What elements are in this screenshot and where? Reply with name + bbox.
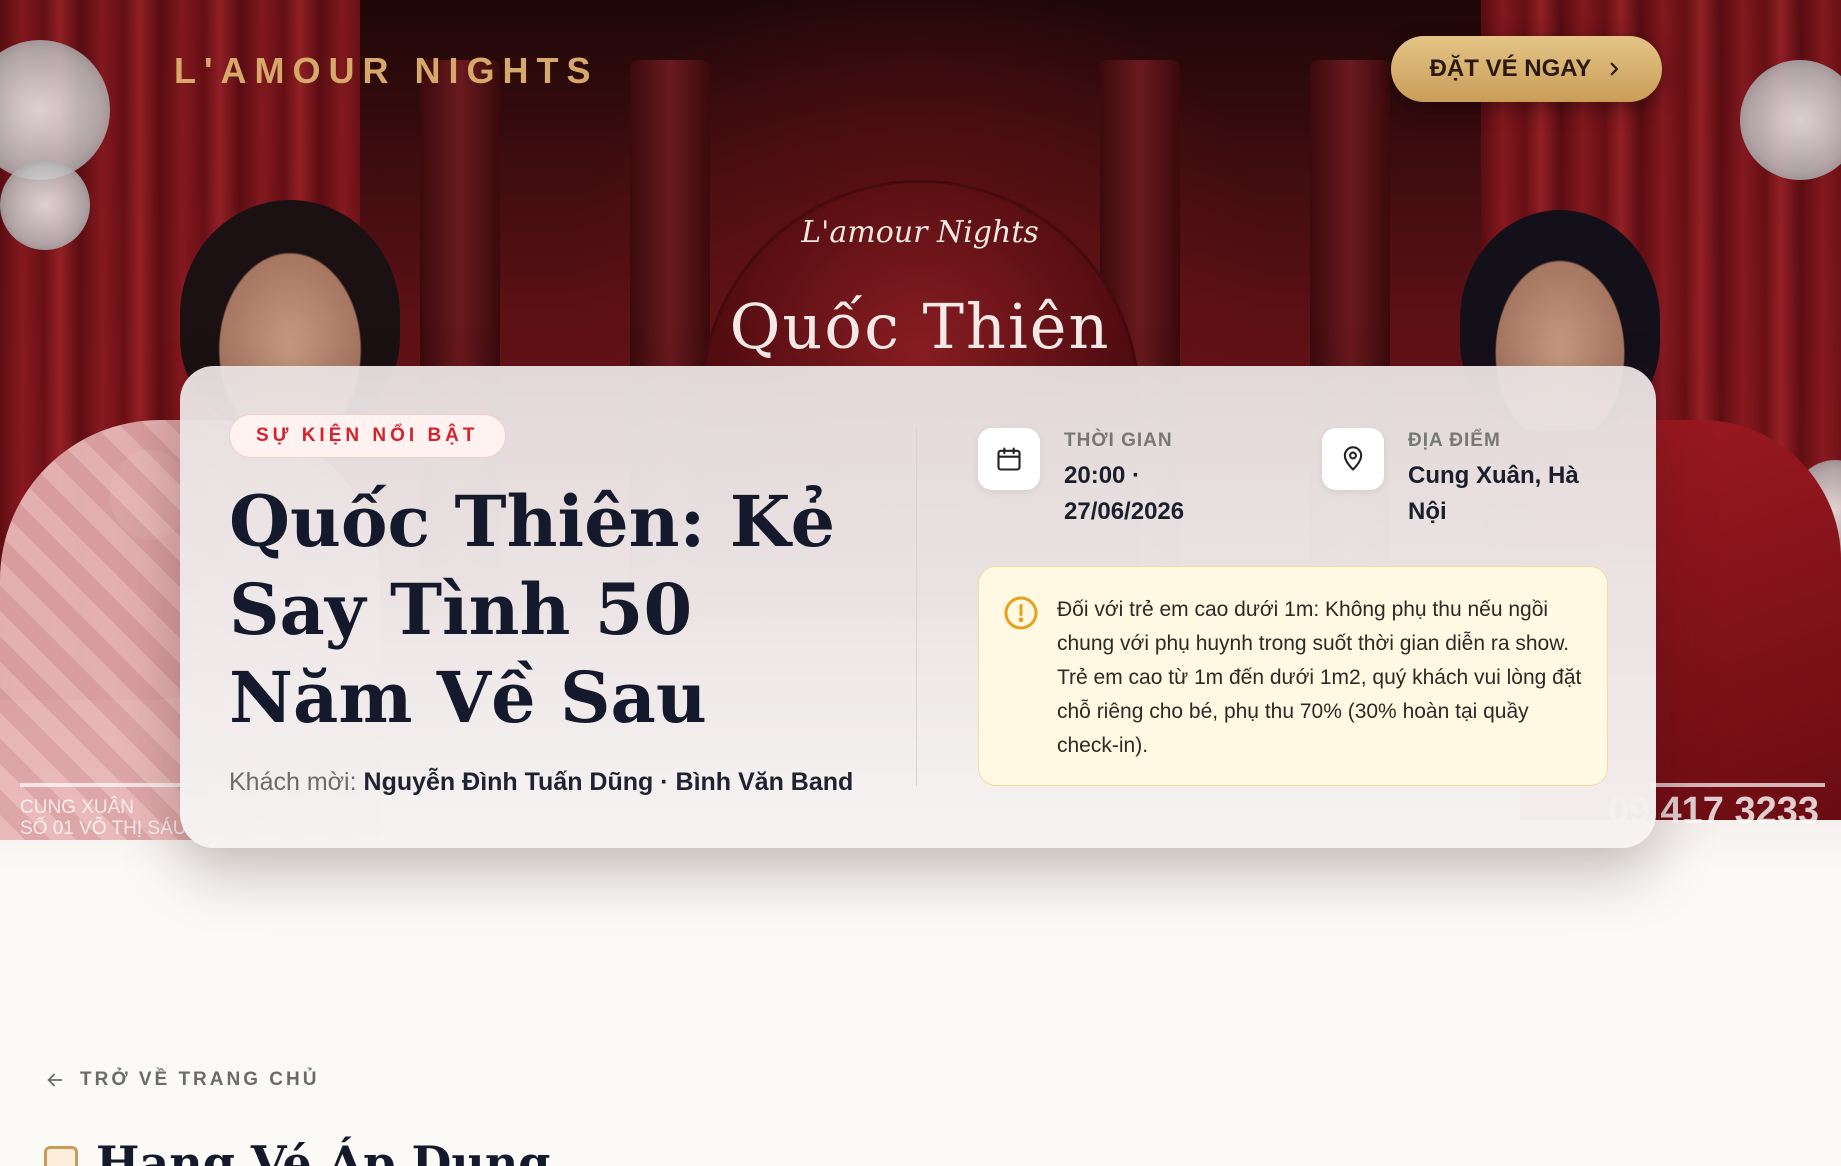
time-label: THỜI GIAN xyxy=(1064,430,1173,451)
featured-badge: SỰ KIỆN NỔI BẬT xyxy=(229,414,506,458)
chevron-right-icon xyxy=(1611,62,1619,76)
guests-label: Khách mời: xyxy=(229,768,357,796)
event-title: Quốc Thiên: Kẻ Say Tình 50 Năm Về Sau xyxy=(229,480,836,739)
calendar-icon xyxy=(978,428,1040,490)
location-label: ĐỊA ĐIỂM xyxy=(1408,430,1501,451)
location-value: Cung Xuân, Hà Nội xyxy=(1408,462,1579,525)
notice-text: Đối với trẻ em cao dưới 1m: Không phụ th… xyxy=(1057,598,1582,757)
poster-venue: CUNG XUÂN xyxy=(20,797,135,818)
back-label: TRỞ VỀ TRANG CHỦ xyxy=(80,1069,320,1090)
divider xyxy=(1650,783,1825,787)
card-divider xyxy=(916,426,917,786)
poster-address: SỐ 01 VÕ THỊ SÁU xyxy=(20,818,187,839)
back-to-home-link[interactable]: TRỞ VỀ TRANG CHỦ xyxy=(44,1069,319,1091)
child-policy-notice: Đối với trẻ em cao dưới 1m: Không phụ th… xyxy=(978,566,1608,786)
event-card: SỰ KIỆN NỔI BẬT Quốc Thiên: Kẻ Say Tình … xyxy=(180,366,1656,848)
poster-logo: L'amour Nights xyxy=(801,215,1039,250)
flower-decoration xyxy=(0,160,90,250)
section-title: Hạng Vé Áp Dụng xyxy=(96,1136,551,1166)
ticket-icon xyxy=(44,1146,78,1166)
alert-circle-icon xyxy=(1004,596,1038,630)
poster-artist-name: Quốc Thiên xyxy=(729,290,1111,363)
book-now-label: ĐẶT VÉ NGAY xyxy=(1429,55,1592,82)
arrow-left-icon xyxy=(47,1073,63,1087)
ticket-section-header: Hạng Vé Áp Dụng xyxy=(44,1140,550,1166)
divider xyxy=(20,783,190,787)
book-now-button[interactable]: ĐẶT VÉ NGAY xyxy=(1391,36,1662,102)
event-guests: Khách mời: Nguyễn Đình Tuấn Dũng · Bình … xyxy=(229,768,853,797)
time-value: 20:00 · 27/06/2026 xyxy=(1064,462,1185,525)
map-pin-icon xyxy=(1322,428,1384,490)
brand-logo[interactable]: L'AMOUR NIGHTS xyxy=(174,50,599,92)
guests-value: Nguyễn Đình Tuấn Dũng · Bình Văn Band xyxy=(363,768,854,796)
